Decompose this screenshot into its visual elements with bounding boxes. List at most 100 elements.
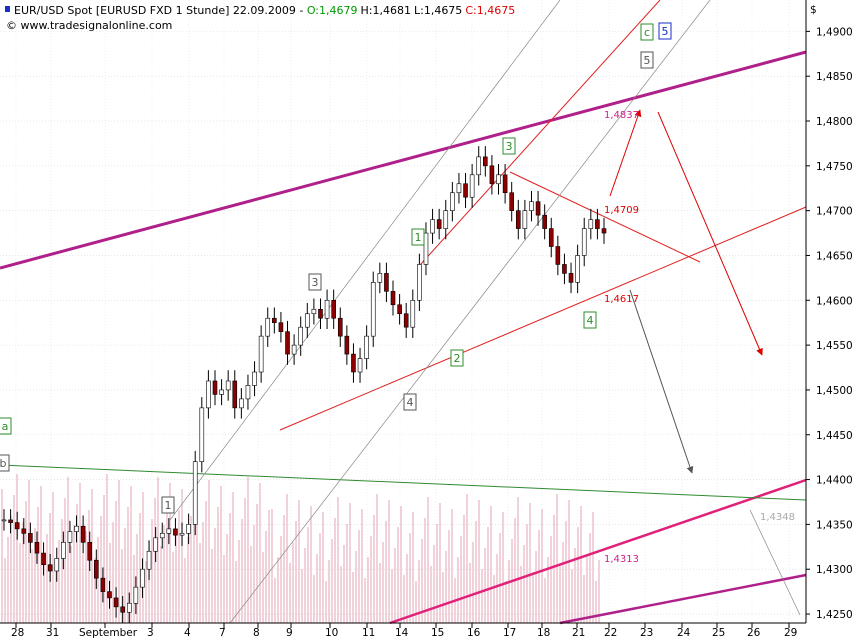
- candle-body: [403, 313, 409, 328]
- candle-body: [140, 568, 145, 588]
- candle-body: [199, 407, 205, 462]
- candle-body: [384, 273, 389, 292]
- x-tick-label: 4: [184, 627, 191, 639]
- x-tick-label: 24: [677, 627, 691, 639]
- x-tick-label: 9: [286, 627, 293, 639]
- candle-body: [588, 219, 594, 229]
- candle-body: [298, 326, 304, 346]
- candle-body: [357, 358, 363, 373]
- y-tick-label: 1,4700: [816, 206, 853, 218]
- wave-label-green: 2: [454, 352, 461, 365]
- price-label: 1,4709: [604, 205, 639, 216]
- candle-body: [450, 192, 455, 211]
- y-tick-label: 1,4750: [816, 161, 853, 173]
- source-url: www.tradesignalonline.com: [21, 19, 173, 32]
- wave-label-blue: 5: [662, 25, 669, 38]
- y-tick-label: 1,4800: [816, 116, 853, 128]
- x-tick-label: 31: [46, 627, 59, 639]
- candle-body: [41, 552, 46, 566]
- source-copyright: © www.tradesignalonline.com: [6, 19, 172, 32]
- wave-label-green: a: [2, 420, 9, 433]
- candle-body: [331, 299, 336, 319]
- candle-body: [34, 542, 40, 554]
- x-tick-label: 3: [147, 627, 154, 639]
- candle-body: [245, 385, 251, 400]
- candle-body: [351, 353, 356, 373]
- price-label: 1,4348: [760, 512, 795, 523]
- y-tick-label: 1,4650: [816, 250, 853, 262]
- low-value: L:1,4675: [414, 4, 462, 17]
- y-tick-label: 1,4500: [816, 385, 853, 397]
- y-tick-label: 1,4450: [816, 430, 853, 442]
- wave-label-gray: b: [0, 457, 7, 470]
- price-label: 1,4617: [604, 294, 639, 305]
- x-tick-label: 10: [325, 627, 338, 639]
- candle-body: [476, 156, 482, 176]
- candle-body: [153, 537, 158, 552]
- candle-body: [54, 558, 60, 572]
- candle-body: [146, 550, 152, 570]
- candle-body: [8, 519, 13, 523]
- candle-body: [509, 192, 514, 211]
- candle-body: [173, 528, 178, 536]
- candle-body: [87, 542, 93, 561]
- candle-body: [285, 331, 290, 355]
- candle-body: [529, 201, 534, 211]
- candle-body: [436, 219, 442, 229]
- x-tick-label: 26: [747, 627, 761, 639]
- high-value: H:1,4681: [361, 4, 411, 17]
- chart-window: 1234ca1345b5 1,4837 1,4709 1,4617 1,4348 1,4…: [0, 0, 860, 640]
- candle-body: [364, 335, 369, 359]
- candle-body: [252, 371, 257, 386]
- wave-label-green: c: [644, 26, 650, 39]
- chart-title: EUR/USD Spot [EURUSD FXD 1 Stunde] 22.09…: [14, 4, 515, 17]
- wave-label-green: 4: [587, 314, 594, 327]
- candle-body: [535, 201, 541, 216]
- candle-body: [377, 273, 383, 283]
- candle-body: [21, 528, 27, 534]
- close-value: C:1,4675: [465, 4, 515, 17]
- candle-body: [239, 398, 244, 409]
- candle-body: [133, 586, 139, 604]
- candle-body: [206, 380, 211, 409]
- x-tick-label: September: [79, 627, 138, 639]
- candle-body: [318, 308, 323, 319]
- candle-body: [443, 210, 449, 229]
- x-tick-label: 8: [253, 627, 260, 639]
- candle-body: [80, 525, 86, 543]
- wave-label-gray: 4: [407, 396, 414, 409]
- candle-body: [74, 525, 79, 532]
- candle-body: [113, 597, 119, 608]
- candle-body: [61, 542, 66, 559]
- price-label: 1,4837: [604, 110, 639, 121]
- open-value: O:1,4679: [307, 4, 358, 17]
- candle-body: [14, 522, 20, 530]
- x-axis-ticks: 28 31 September 3 4 7 8 9 10 11 14 15 16 17 18 21 22 23 24…: [11, 623, 797, 639]
- price-chart: 1234ca1345b5 1,48371,47091,46171,43481,4…: [0, 0, 853, 639]
- candle-body: [522, 210, 528, 229]
- candle-body: [417, 264, 422, 301]
- candle-body: [515, 210, 521, 229]
- candle-body: [212, 380, 218, 395]
- candle-body: [370, 282, 376, 337]
- candle-body: [192, 461, 198, 525]
- candle-body: [304, 313, 310, 328]
- candle-body: [430, 219, 435, 234]
- candle-body: [555, 246, 561, 265]
- wave-label-green: 3: [506, 140, 513, 153]
- candle-body: [258, 335, 264, 373]
- candle-body: [159, 533, 165, 539]
- candle-body: [390, 291, 396, 306]
- y-tick-label: 1,4550: [816, 340, 853, 352]
- candle-body: [568, 273, 574, 283]
- x-tick-label: 16: [467, 627, 481, 639]
- candle-body: [278, 322, 284, 332]
- y-axis-ticks: 1,4250 1,4300 1,4350 1,4400 1,4450 1,4500 1,45…: [806, 26, 853, 621]
- candle-body: [120, 606, 125, 613]
- x-tick-label: 15: [431, 627, 444, 639]
- candle-body: [344, 335, 350, 355]
- candle-body: [456, 183, 462, 194]
- candle-body: [100, 577, 106, 592]
- x-tick-label: 11: [362, 627, 375, 639]
- candle-body: [126, 602, 132, 613]
